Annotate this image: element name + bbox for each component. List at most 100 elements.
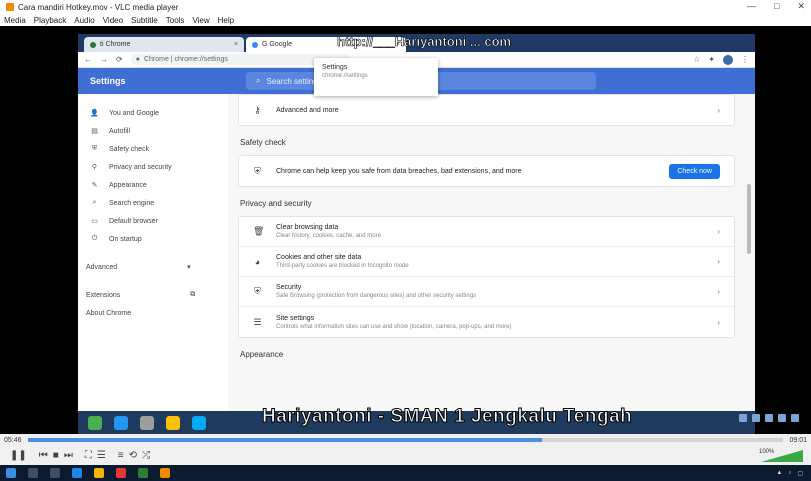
menu-audio[interactable]: Audio (74, 16, 94, 25)
sidebar-item-privacy[interactable]: ⚲ Privacy and security (78, 158, 228, 176)
time-elapsed: 05:46 (4, 436, 22, 444)
app-icon[interactable] (138, 468, 148, 478)
file-explorer-icon[interactable] (94, 468, 104, 478)
autofill-icon: ▤ (91, 128, 98, 135)
sidebar-item-autofill[interactable]: ▤ Autofill (78, 122, 228, 140)
windows-taskbar: ▲ ♪ ▢ (0, 465, 811, 481)
row-cookies[interactable]: ◕ Cookies and other site data Third-part… (239, 247, 734, 277)
advanced-label: Advanced (86, 263, 118, 271)
notification-icon[interactable]: ▢ (797, 470, 803, 477)
chrome-icon[interactable] (116, 468, 126, 478)
sidebar-item-appearance[interactable]: ✎ Appearance (78, 176, 228, 194)
app-icon (140, 415, 154, 430)
network-icon[interactable]: ▲ (776, 470, 782, 476)
search-icon: ⌕ (92, 199, 97, 206)
app-icon (114, 415, 128, 430)
vlc-menu-bar: Media Playback Audio Video Subtitle Tool… (0, 14, 811, 26)
row-clear-browsing[interactable]: 🗑 Clear browsing data Clear history, coo… (239, 217, 734, 247)
playlist-icon[interactable]: ≡ (118, 450, 124, 461)
window-title: Cara mandiri Hotkey.mov - VLC media play… (18, 2, 179, 12)
row-site-settings[interactable]: ☰ Site settings Controls what informatio… (239, 307, 734, 337)
video-area[interactable]: ti Chrome × G Google × ← → ⟳ ● Chrome | … (0, 26, 811, 434)
shuffle-icon[interactable]: ⤮ (142, 450, 150, 461)
row-subtitle: Safe Browsing (protection from dangerous… (276, 293, 477, 299)
row-title: Advanced and more (276, 106, 339, 114)
minimize-button[interactable]: — (747, 1, 756, 12)
menu-view[interactable]: View (192, 16, 209, 25)
chevron-right-icon: › (717, 227, 720, 236)
menu-playback[interactable]: Playback (34, 16, 66, 25)
sidebar-advanced[interactable]: Advanced ▾ (78, 258, 228, 276)
url-watermark: http://___Hariyantoni ... com (337, 34, 512, 50)
row-text: Site settings Controls what information … (276, 315, 511, 330)
close-button[interactable]: ✕ (797, 1, 805, 12)
menu-dots-icon[interactable]: ⋮ (741, 55, 749, 64)
sidebar-item-default-browser[interactable]: ▭ Default browser (78, 212, 228, 230)
sidebar-extensions[interactable]: Extensions ⧉ (78, 286, 228, 304)
shield-icon: ⛨ (91, 145, 98, 152)
row-security[interactable]: ⛨ Security Safe Browsing (protection fro… (239, 277, 734, 307)
sidebar-item-safety-check[interactable]: ⛨ Safety check (78, 140, 228, 158)
external-link-icon: ⧉ (190, 291, 196, 298)
trash-icon: 🗑 (253, 226, 265, 236)
start-icon[interactable] (6, 468, 16, 478)
edge-icon[interactable] (72, 468, 82, 478)
sidebar-item-search-engine[interactable]: ⌕ Search engine (78, 194, 228, 212)
profile-avatar[interactable] (723, 54, 733, 65)
sidebar-item-label: Privacy and security (109, 163, 172, 171)
seek-track[interactable] (27, 438, 784, 442)
row-advanced-more[interactable]: ⚷ Advanced and more › (239, 95, 734, 125)
person-icon: 👤 (90, 110, 99, 117)
privacy-section-title: Privacy and security (240, 199, 312, 208)
loop-icon[interactable]: ⟲ (129, 450, 137, 461)
next-icon[interactable]: ⏭ (64, 450, 73, 461)
menu-tools[interactable]: Tools (166, 16, 185, 25)
chevron-right-icon: › (717, 287, 720, 296)
vlc-icon[interactable] (160, 468, 170, 478)
sidebar-item-you-and-google[interactable]: 👤 You and Google (78, 104, 228, 122)
reload-icon[interactable]: ⟳ (116, 55, 123, 64)
volume-icon[interactable]: ♪ (788, 470, 791, 476)
star-icon[interactable]: ☆ (693, 55, 700, 64)
shield-icon: ⛨ (254, 165, 261, 176)
extensions-label: Extensions (86, 291, 121, 299)
previous-icon[interactable]: ⏮ (39, 450, 48, 461)
tray-icon (778, 414, 786, 422)
safety-row: ⛨ Chrome can help keep you safe from dat… (239, 156, 734, 186)
task-view-icon[interactable] (50, 468, 60, 478)
tab-chrome[interactable]: ti Chrome × (84, 37, 244, 52)
sidebar-item-label: Appearance (109, 181, 147, 189)
row-subtitle: Third-party cookies are blocked in Incog… (276, 263, 409, 269)
extensions-icon[interactable]: ✦ (708, 55, 715, 64)
chevron-right-icon: › (717, 257, 720, 266)
sidebar-about[interactable]: About Chrome (78, 304, 228, 322)
settings-scrollbar[interactable] (747, 184, 751, 254)
suggestion-title: Settings (322, 64, 348, 71)
menu-subtitle[interactable]: Subtitle (131, 16, 158, 25)
toolbar-actions: ☆ ✦ ⋮ (693, 54, 749, 65)
sidebar-item-on-startup[interactable]: ⏻ On startup (78, 230, 228, 248)
seek-bar: 05:46 09:01 (0, 434, 811, 446)
volume-slider[interactable]: 100% (759, 449, 803, 462)
back-icon[interactable]: ← (84, 55, 92, 64)
safety-section-title: Safety check (240, 138, 286, 147)
time-total: 09:01 (789, 436, 807, 444)
maximize-button[interactable]: □ (774, 1, 779, 12)
stop-icon[interactable]: ■ (53, 450, 59, 461)
row-subtitle: Clear history, cookies, cache, and more (276, 233, 381, 239)
chrome-window: ti Chrome × G Google × ← → ⟳ ● Chrome | … (78, 34, 755, 434)
menu-help[interactable]: Help (218, 16, 234, 25)
forward-icon[interactable]: → (100, 55, 108, 64)
google-favicon-icon (252, 41, 258, 48)
extended-settings-icon[interactable]: ☰ (97, 450, 106, 461)
pause-icon[interactable]: ❚❚ (10, 450, 27, 461)
search-icon[interactable] (28, 468, 38, 478)
omnibox-suggestion[interactable]: Settings chrome://settings (314, 58, 438, 96)
fullscreen-icon[interactable]: ⛶ (85, 450, 92, 461)
menu-media[interactable]: Media (4, 16, 26, 25)
video-caption: Hariyantoni - SMAN 1 Jengkalu Tengah (261, 406, 633, 428)
tab-close-icon[interactable]: × (234, 41, 238, 48)
volume-level (761, 449, 803, 462)
menu-video[interactable]: Video (103, 16, 123, 25)
check-now-button[interactable]: Check now (669, 163, 720, 179)
